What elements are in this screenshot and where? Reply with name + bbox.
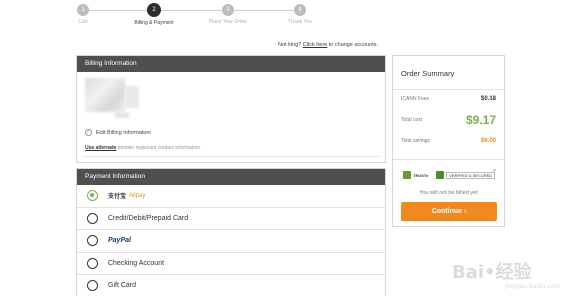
step-label: Cart (78, 19, 88, 25)
account-notice-prefix: Not king? (278, 42, 302, 48)
edit-icon: ✓ (85, 129, 92, 136)
total-cost-value: $9.17 (465, 113, 496, 127)
divider (393, 159, 504, 160)
account-notice: Not king? Click here to change accounts. (278, 42, 378, 48)
step-place-order: 3 Place Your Order (198, 4, 258, 25)
verified-label: VERIFIED & SECURED (446, 171, 496, 179)
radio-button[interactable] (87, 257, 98, 269)
step-number: 4 (294, 4, 306, 16)
truste-label: TRUSTe (413, 172, 429, 178)
radio-selected[interactable] (87, 190, 98, 202)
payment-option-label: Gift Card (108, 282, 137, 290)
use-alternate-link[interactable]: Use alternate (85, 145, 116, 151)
order-summary: Order Summary ICANN Fees $0.18 Total cos… (392, 55, 505, 227)
continue-button[interactable]: Continue › (401, 202, 497, 221)
payment-option-label: Checking Account (108, 259, 165, 267)
verified-icon (436, 171, 445, 179)
step-number: 1 (77, 4, 89, 16)
total-savings-row: Total savings $6.00 (401, 138, 496, 144)
billing-title: Billing Information (77, 56, 385, 72)
step-thank-you: 4 Thank You (270, 4, 330, 25)
step-number: 3 (222, 4, 234, 16)
total-cost-label: Total cost (401, 117, 423, 123)
payment-option-card[interactable]: Credit/Debit/Prepaid Card (77, 208, 385, 230)
not-billed-note: You will not be billed yet (419, 190, 478, 196)
total-savings-label: Total savings (401, 138, 430, 144)
step-label: Place Your Order (208, 19, 248, 25)
redacted-address (115, 112, 129, 118)
step-label: Thank You (288, 19, 312, 25)
account-notice-suffix: to change accounts. (328, 42, 378, 48)
trust-badges: TRUSTe VERIFIED & SECURED (403, 171, 496, 179)
icann-fee-label: ICANN Fees (401, 96, 430, 102)
alternate-contact-row: Use alternate domain registrant contact … (85, 145, 201, 151)
payment-title: Payment Information (77, 169, 385, 185)
icann-fee-value: $0.18 (480, 96, 496, 102)
paypal-logo: PayPal (108, 237, 131, 245)
order-summary-title: Order Summary (393, 56, 504, 90)
step-cart[interactable]: 1 Cart (53, 4, 113, 25)
radio-button[interactable] (87, 212, 98, 224)
step-billing-payment: 2 Billing & Payment (124, 3, 184, 26)
alipay-logo: 支付宝 (108, 194, 127, 201)
close-icon[interactable]: × (493, 168, 496, 174)
watermark-url: jingyan.baidu.com (505, 283, 561, 290)
payment-option-label: Credit/Debit/Prepaid Card (108, 214, 189, 222)
truste-icon (403, 171, 411, 179)
total-savings-value: $6.00 (480, 138, 496, 144)
total-cost-row: Total cost $9.17 (401, 113, 496, 127)
icann-fee-row: ICANN Fees $0.18 (401, 96, 496, 102)
divider (83, 156, 379, 157)
payment-option-paypal[interactable]: PayPal (77, 230, 385, 253)
radio-button[interactable] (87, 235, 98, 247)
redacted-address (85, 78, 125, 112)
step-number: 2 (147, 3, 161, 17)
checkout-progress: 1 Cart 2 Billing & Payment 3 Place Your … (0, 0, 588, 30)
radio-button[interactable] (87, 280, 98, 292)
change-account-link[interactable]: Click here (303, 42, 327, 48)
payment-option-checking[interactable]: Checking Account (77, 253, 385, 275)
billing-panel: Billing Information ✓ Edit Billing Infor… (76, 55, 386, 163)
step-label: Billing & Payment (134, 20, 174, 26)
payment-option-alipay[interactable]: 支付宝 Alipay (77, 185, 385, 208)
edit-billing-label: Edit Billing Information (96, 129, 151, 136)
payment-option-label: Alipay (129, 192, 146, 199)
payment-panel: Payment Information 支付宝 Alipay Credit/De… (76, 168, 386, 296)
watermark-logo: Bai•经验 (452, 262, 532, 283)
alternate-contact-text: domain registrant contact information. (117, 145, 202, 151)
redacted-address (125, 86, 139, 108)
edit-billing-button[interactable]: ✓ Edit Billing Information (85, 129, 151, 136)
payment-option-gift-card[interactable]: Gift Card (77, 275, 385, 296)
